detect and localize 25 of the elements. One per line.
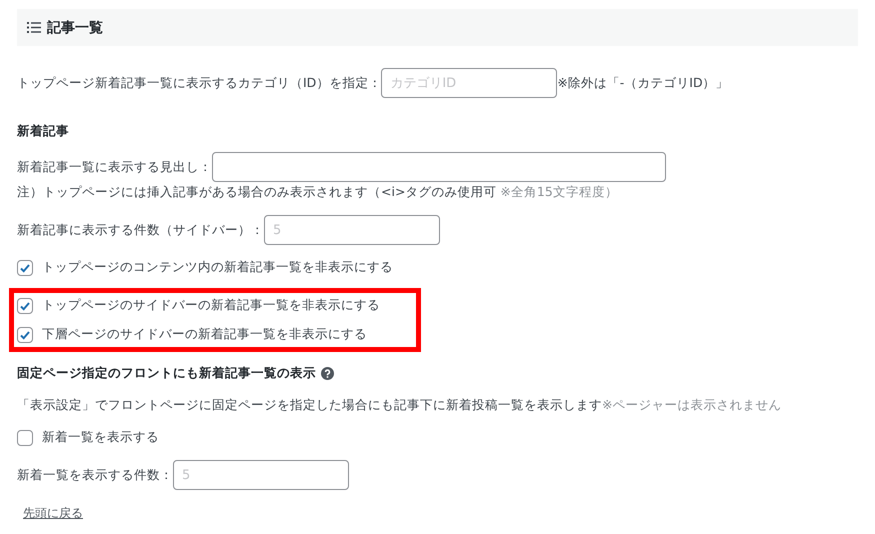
field-label: トップページ新着記事一覧に表示するカテゴリ（ID）を指定： — [17, 74, 382, 92]
count-field[interactable]: 5 — [173, 460, 349, 490]
field-note: 注）トップページには挿入記事がある場合のみ表示されます（<i>タグのみ使用可 ※全角15文字程度） — [17, 184, 618, 201]
checkbox[interactable] — [17, 430, 33, 446]
checkbox[interactable] — [17, 326, 33, 342]
back-to-top-link[interactable]: 先頭に戻る — [23, 505, 83, 522]
field-note: ※除外は「-（カテゴリID）」 — [557, 74, 729, 92]
help-icon[interactable] — [321, 367, 334, 380]
checkbox-label: トップページのサイドバーの新着記事一覧を非表示にする — [42, 297, 380, 314]
field-label: 新着記事に表示する件数（サイドバー）： — [17, 222, 264, 238]
checkbox-label: トップページのコンテンツ内の新着記事一覧を非表示にする — [42, 259, 393, 276]
checkbox[interactable] — [17, 260, 33, 276]
checkbox-label: 新着一覧を表示する — [42, 429, 159, 446]
field-label: 新着記事一覧に表示する見出し： — [17, 158, 212, 176]
heading-field[interactable] — [212, 152, 666, 182]
field-label: 新着一覧を表示する件数： — [17, 466, 173, 484]
list-icon — [27, 21, 41, 34]
checkbox[interactable] — [17, 298, 33, 314]
subsection-title: 固定ページ指定のフロントにも新着記事一覧の表示 — [17, 365, 858, 382]
subsection-title: 新着記事 — [17, 123, 70, 140]
section-title: 記事一覧 — [47, 18, 103, 36]
description-text: 「表示設定」でフロントページに固定ページを指定した場合にも記事下に新着投稿一覧を表示します※ページャーは表示されません — [17, 397, 782, 414]
checkbox-label: 下層ページのサイドバーの新着記事一覧を非表示にする — [42, 326, 367, 343]
category-id-field[interactable]: カテゴリID — [381, 68, 558, 98]
count-field[interactable]: 5 — [264, 215, 440, 245]
